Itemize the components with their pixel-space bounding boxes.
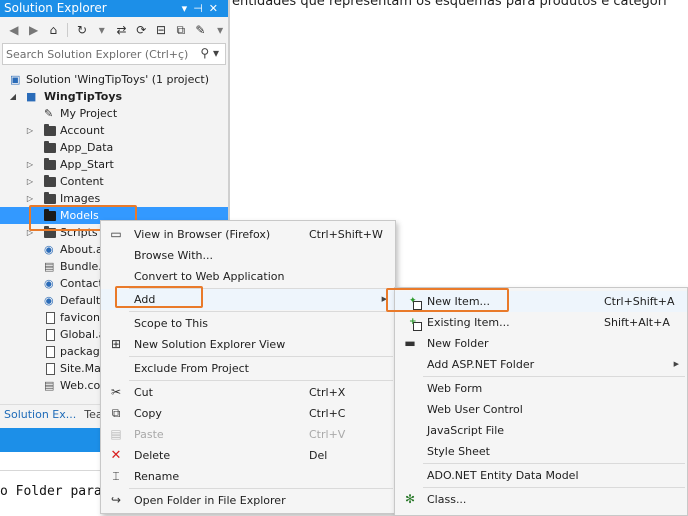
menu-item-copy[interactable]: ⧉ Copy Ctrl+C [101, 403, 395, 424]
rename-icon: ⌶ [112, 469, 120, 483]
menu-item-web-user-control[interactable]: Web User Control [395, 399, 687, 420]
expand-arrow-icon[interactable]: ▷ [25, 156, 35, 173]
search-box: ⚲ ▾ [2, 43, 226, 65]
menu-item-web-form[interactable]: Web Form [395, 378, 687, 399]
existing-item-icon: + [403, 316, 422, 331]
scissors-icon: ✂ [110, 385, 122, 399]
back-icon[interactable]: ◀ [6, 22, 22, 38]
expand-arrow-icon[interactable]: ▷ [25, 173, 35, 190]
file-icon [46, 363, 55, 375]
refresh-icon[interactable]: ⟳ [133, 22, 149, 38]
menu-item-scope-to-this[interactable]: Scope to This [101, 313, 395, 334]
web-file-icon: ◉ [44, 243, 54, 256]
menu-item-add-aspnet-folder[interactable]: Add ASP.NET Folder ▶ [395, 354, 687, 375]
panel-title: Solution Explorer [4, 1, 107, 15]
add-highlight-box [115, 286, 203, 308]
copy-icon[interactable]: ⧉ [173, 22, 189, 38]
browser-icon: ▭ [110, 227, 122, 241]
web-file-icon: ◉ [44, 277, 54, 290]
config-file-icon: ▤ [44, 260, 55, 273]
config-file-icon: ▤ [44, 379, 55, 392]
class-icon: ✻ [404, 492, 416, 506]
project-icon: ■ [26, 90, 37, 103]
document-text-bottom: o Folder para M [0, 484, 100, 499]
document-text-top: entidades que representam os esquemas pa… [232, 0, 667, 9]
web-file-icon: ◉ [44, 294, 54, 307]
dropdown-icon[interactable]: ▾ [182, 2, 194, 15]
delete-icon: ✕ [110, 448, 122, 463]
folder-icon [44, 141, 56, 153]
menu-separator [129, 488, 393, 489]
new-item-highlight-box [386, 288, 509, 312]
menu-item-paste[interactable]: ▤ Paste Ctrl+V [101, 424, 395, 445]
menu-item-class[interactable]: ✻ Class... [395, 489, 687, 510]
file-icon [46, 346, 55, 358]
collapse-arrow-icon[interactable]: ◢ [8, 88, 18, 105]
add-submenu: ✦ New Item... Ctrl+Shift+A + Existing It… [394, 287, 688, 516]
divider-line [0, 470, 100, 471]
menu-item-new-folder[interactable]: ▬ New Folder [395, 333, 687, 354]
paste-icon: ▤ [110, 427, 122, 441]
expand-arrow-icon[interactable]: ▷ [25, 122, 35, 139]
panel-toolbar: ◀ ▶ ⌂ ↻ ▾ ⇄ ⟳ ⊟ ⧉ ✎ ▾ [0, 17, 228, 43]
menu-item-new-solution-view[interactable]: ⊞ New Solution Explorer View [101, 334, 395, 355]
tree-item-app-data[interactable]: App_Data [0, 139, 228, 156]
tab-solution-explorer[interactable]: Solution Ex... [0, 405, 80, 424]
folder-icon [44, 192, 56, 204]
sync-icon[interactable]: ⇄ [114, 22, 130, 38]
tree-item-my-project[interactable]: ✎ My Project [0, 105, 228, 122]
menu-item-browse-with[interactable]: Browse With... [101, 245, 395, 266]
chevron-down-icon[interactable]: ▾ [94, 22, 110, 38]
tree-item-account[interactable]: ▷ Account [0, 122, 228, 139]
wrench-icon[interactable]: ✎ [193, 22, 209, 38]
tree-item-project[interactable]: ◢ ■ WingTipToys [0, 88, 228, 105]
collapse-all-icon[interactable]: ⊟ [153, 22, 169, 38]
new-view-icon: ⊞ [110, 337, 122, 351]
menu-item-rename[interactable]: ⌶ Rename [101, 466, 395, 487]
search-input[interactable] [3, 44, 193, 64]
menu-item-ado-entity-model[interactable]: ADO.NET Entity Data Model [395, 465, 687, 486]
menu-separator [129, 311, 393, 312]
menu-item-open-folder[interactable]: ↪ Open Folder in File Explorer [101, 490, 395, 511]
folder-icon [44, 175, 56, 187]
context-menu: ▭ View in Browser (Firefox) Ctrl+Shift+W… [100, 220, 396, 514]
folder-icon [44, 124, 56, 136]
menu-separator [423, 463, 685, 464]
menu-item-delete[interactable]: ✕ Delete Del [101, 445, 395, 466]
menu-item-existing-item[interactable]: + Existing Item... Shift+Alt+A [395, 312, 687, 333]
wrench-icon: ✎ [44, 107, 54, 120]
tree-item-app-start[interactable]: ▷ App_Start [0, 156, 228, 173]
submenu-arrow-icon: ▶ [673, 360, 679, 368]
close-icon[interactable]: ✕ [209, 2, 224, 15]
menu-item-style-sheet[interactable]: Style Sheet [395, 441, 687, 462]
menu-separator [129, 380, 393, 381]
history-icon[interactable]: ↻ [74, 22, 90, 38]
menu-item-view-in-browser[interactable]: ▭ View in Browser (Firefox) Ctrl+Shift+W [101, 224, 395, 245]
menu-separator [129, 356, 393, 357]
menu-item-javascript-file[interactable]: JavaScript File [395, 420, 687, 441]
menu-item-exclude-from-project[interactable]: Exclude From Project [101, 358, 395, 379]
menu-item-cut[interactable]: ✂ Cut Ctrl+X [101, 382, 395, 403]
new-folder-icon: ▬ [404, 336, 416, 350]
menu-separator [423, 487, 685, 488]
open-folder-arrow-icon: ↪ [110, 493, 122, 507]
tree-item-content[interactable]: ▷ Content [0, 173, 228, 190]
menu-separator [423, 376, 685, 377]
forward-icon[interactable]: ▶ [26, 22, 42, 38]
pin-icon[interactable]: ⊣ [193, 2, 209, 15]
file-icon [46, 312, 55, 324]
file-icon [46, 329, 55, 341]
solution-icon: ▣ [10, 73, 21, 86]
menu-item-convert-web-app[interactable]: Convert to Web Application [101, 266, 395, 287]
panel-title-bar: Solution Explorer ▾⊣✕ [0, 0, 228, 17]
search-icon[interactable]: ⚲ ▾ [200, 46, 219, 60]
divider-line [229, 0, 230, 240]
copy-icon: ⧉ [111, 406, 121, 420]
more-icon[interactable]: ▾ [212, 22, 228, 38]
home-icon[interactable]: ⌂ [45, 22, 61, 38]
tree-item-solution[interactable]: ▣ Solution 'WingTipToys' (1 project) [0, 71, 228, 88]
folder-icon [44, 158, 56, 170]
